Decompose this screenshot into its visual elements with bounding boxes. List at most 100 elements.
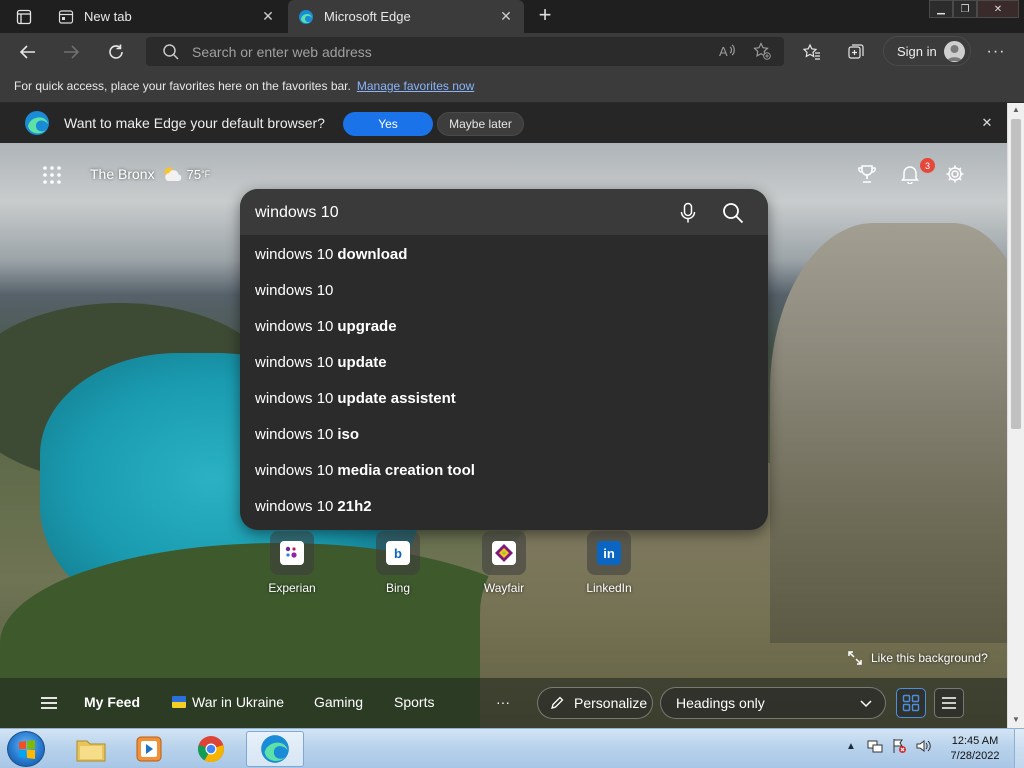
search-suggestion[interactable]: windows 10 update xyxy=(240,344,768,380)
clock-time: 12:45 AM xyxy=(951,735,999,747)
suggestion-prefix: windows 10 xyxy=(255,281,334,299)
forward-button[interactable] xyxy=(58,39,84,65)
scroll-thumb[interactable] xyxy=(1011,119,1021,429)
search-suggestion[interactable]: windows 10 download xyxy=(240,236,768,272)
sign-in-button[interactable]: Sign in xyxy=(883,36,971,66)
page-settings-button[interactable] xyxy=(943,162,967,186)
hamburger-menu-icon[interactable] xyxy=(40,695,58,711)
search-suggestion[interactable]: windows 10 21h2 xyxy=(240,488,768,524)
suggestion-completion: iso xyxy=(337,425,360,443)
minimize-button[interactable]: ▁ xyxy=(929,0,953,18)
show-desktop-button[interactable] xyxy=(1014,729,1024,768)
search-suggestion[interactable]: windows 10 update assistent xyxy=(240,380,768,416)
show-hidden-icons-button[interactable]: ▲ xyxy=(842,737,860,755)
manage-favorites-link[interactable]: Manage favorites now xyxy=(357,79,474,93)
taskbar-file-explorer[interactable] xyxy=(62,731,120,767)
ukraine-flag-icon xyxy=(172,696,186,708)
close-prompt-icon[interactable]: ✕ xyxy=(980,116,994,130)
list-layout-button[interactable] xyxy=(934,688,964,718)
star-add-icon xyxy=(753,42,771,60)
tab-close-icon[interactable]: ✕ xyxy=(260,8,276,25)
taskbar-edge[interactable] xyxy=(246,731,304,767)
rewards-button[interactable] xyxy=(855,162,879,186)
restore-button[interactable]: ❐ xyxy=(953,0,977,18)
suggestion-prefix: windows 10 xyxy=(255,245,334,263)
feed-more-button[interactable]: ··· xyxy=(496,694,510,710)
experian-logo-icon xyxy=(280,541,304,565)
volume-tray-icon[interactable] xyxy=(914,737,932,755)
taskbar-media-player[interactable] xyxy=(120,731,178,767)
action-center-tray-icon[interactable] xyxy=(890,737,908,755)
personalize-label: Personalize xyxy=(574,695,648,711)
settings-and-more-button[interactable]: ··· xyxy=(983,39,1009,65)
tab-actions-button[interactable] xyxy=(8,6,40,28)
network-tray-icon[interactable] xyxy=(866,737,884,755)
microphone-icon[interactable] xyxy=(678,202,698,224)
like-background-button[interactable]: Like this background? xyxy=(848,651,988,665)
notification-count-badge: 3 xyxy=(920,158,935,173)
add-favorite-button[interactable] xyxy=(749,38,775,64)
feed-tab-gaming[interactable]: Gaming xyxy=(314,694,363,710)
windows-logo-icon xyxy=(19,740,35,759)
quick-link-wayfair[interactable]: Wayfair xyxy=(464,531,544,595)
pencil-icon xyxy=(551,696,564,709)
close-window-button[interactable]: ✕ xyxy=(977,0,1019,18)
arrow-right-icon xyxy=(64,45,80,59)
scroll-up-arrow-icon[interactable]: ▲ xyxy=(1008,103,1024,117)
maybe-later-button[interactable]: Maybe later xyxy=(437,112,524,136)
feed-tab-war-in-ukraine[interactable]: War in Ukraine xyxy=(172,694,284,710)
search-suggestion[interactable]: windows 10 upgrade xyxy=(240,308,768,344)
start-button[interactable] xyxy=(7,731,45,767)
yes-button[interactable]: Yes xyxy=(343,112,433,136)
tab-new-tab[interactable]: New tab ✕ xyxy=(48,0,286,33)
quick-link-tile xyxy=(270,531,314,575)
flag-alert-icon xyxy=(893,739,906,753)
tab-title: New tab xyxy=(84,9,132,24)
apps-launcher-button[interactable] xyxy=(41,164,63,186)
weather-widget[interactable]: The Bronx 75 °F xyxy=(90,164,210,184)
refresh-button[interactable] xyxy=(103,39,129,65)
quick-link-label: Bing xyxy=(385,581,411,595)
quick-link-experian[interactable]: Experian xyxy=(252,531,332,595)
network-icon xyxy=(867,740,883,753)
chevron-up-icon: ▲ xyxy=(846,740,856,752)
tab-close-icon[interactable]: ✕ xyxy=(498,8,514,25)
personalize-button[interactable]: Personalize xyxy=(537,687,653,719)
read-aloud-icon: A xyxy=(719,44,735,59)
tab-microsoft-edge[interactable]: Microsoft Edge ✕ xyxy=(288,0,524,33)
read-aloud-button[interactable]: A xyxy=(714,38,740,64)
address-bar[interactable]: A xyxy=(146,37,784,66)
search-icon[interactable] xyxy=(721,201,745,225)
quick-link-linkedin[interactable]: in LinkedIn xyxy=(569,531,649,595)
page-scrollbar[interactable]: ▲ ▼ xyxy=(1007,103,1024,728)
search-box: windows 10download windows 10 windows 10… xyxy=(240,189,768,530)
tab-title: Microsoft Edge xyxy=(324,9,411,24)
search-input[interactable] xyxy=(255,202,655,224)
suggestion-prefix: windows 10 xyxy=(255,389,334,407)
search-suggestion[interactable]: windows 10 media creation tool xyxy=(240,452,768,488)
collections-button[interactable] xyxy=(843,39,869,65)
new-tab-button[interactable]: + xyxy=(533,4,557,28)
favorites-button[interactable] xyxy=(799,39,825,65)
feed-tab-my-feed[interactable]: My Feed xyxy=(84,694,140,710)
headings-dropdown[interactable]: Headings only xyxy=(660,687,886,719)
address-input[interactable] xyxy=(192,41,692,63)
favorites-star-icon xyxy=(803,43,820,60)
default-browser-message: Want to make Edge your default browser? xyxy=(64,115,325,131)
taskbar-clock[interactable]: 12:45 AM 7/28/2022 xyxy=(940,734,1010,764)
minimize-icon: ▁ xyxy=(937,3,945,15)
suggestion-completion: update xyxy=(337,353,387,371)
quick-link-label: Experian xyxy=(268,581,316,595)
partly-sunny-icon xyxy=(164,167,181,181)
quick-link-tile: in xyxy=(587,531,631,575)
feed-tab-sports[interactable]: Sports xyxy=(394,694,434,710)
scroll-down-arrow-icon[interactable]: ▼ xyxy=(1008,713,1024,727)
taskbar-chrome[interactable] xyxy=(182,731,240,767)
notifications-button[interactable] xyxy=(898,162,922,186)
search-suggestion[interactable]: windows 10 iso xyxy=(240,416,768,452)
search-suggestion[interactable]: windows 10 xyxy=(240,272,768,308)
back-button[interactable] xyxy=(15,39,41,65)
quick-link-bing[interactable]: b Bing xyxy=(358,531,438,595)
weather-unit: °F xyxy=(201,169,211,179)
grid-layout-button[interactable] xyxy=(896,688,926,718)
